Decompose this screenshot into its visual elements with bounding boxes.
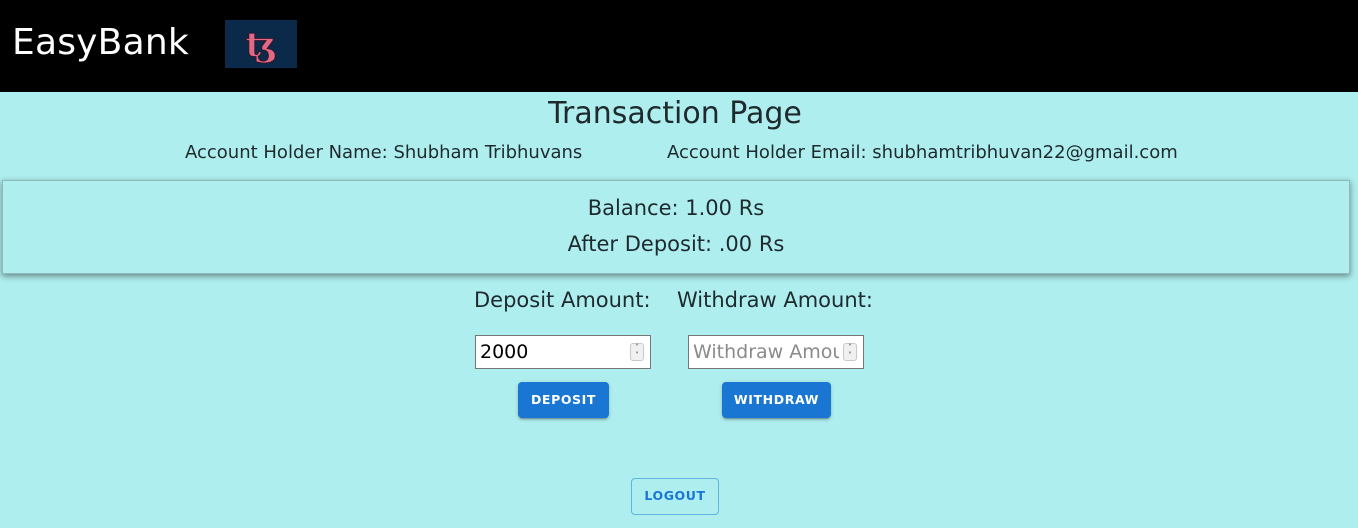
deposit-amount-input[interactable]: [475, 335, 651, 369]
logout-button[interactable]: LOGOUT: [631, 478, 719, 515]
withdraw-spinner-icon[interactable]: ˄ ˅: [843, 343, 857, 361]
brand-name[interactable]: EasyBank: [12, 21, 189, 65]
balance-card: Balance: 1.00 Rs After Deposit: .00 Rs: [2, 180, 1350, 274]
after-deposit-text: After Deposit: .00 Rs: [567, 232, 785, 256]
top-navbar: EasyBank ꜩ: [0, 0, 1358, 92]
deposit-spinner-icon[interactable]: ˄ ˅: [630, 343, 644, 361]
svg-text:ꜩ: ꜩ: [246, 25, 277, 65]
page-title: Transaction Page: [548, 96, 802, 131]
account-holder-email: Account Holder Email: shubhamtribhuvan22…: [667, 142, 1178, 163]
withdraw-amount-label: Withdraw Amount:: [677, 288, 873, 312]
withdraw-amount-input[interactable]: [688, 335, 864, 369]
deposit-button[interactable]: DEPOSIT: [518, 382, 609, 418]
balance-text: Balance: 1.00 Rs: [587, 196, 765, 220]
withdraw-button[interactable]: WITHDRAW: [722, 382, 831, 418]
account-holder-name: Account Holder Name: Shubham Tribhuvans: [185, 142, 583, 163]
tezos-logo-icon[interactable]: ꜩ: [225, 20, 297, 68]
deposit-amount-label: Deposit Amount:: [474, 288, 651, 312]
